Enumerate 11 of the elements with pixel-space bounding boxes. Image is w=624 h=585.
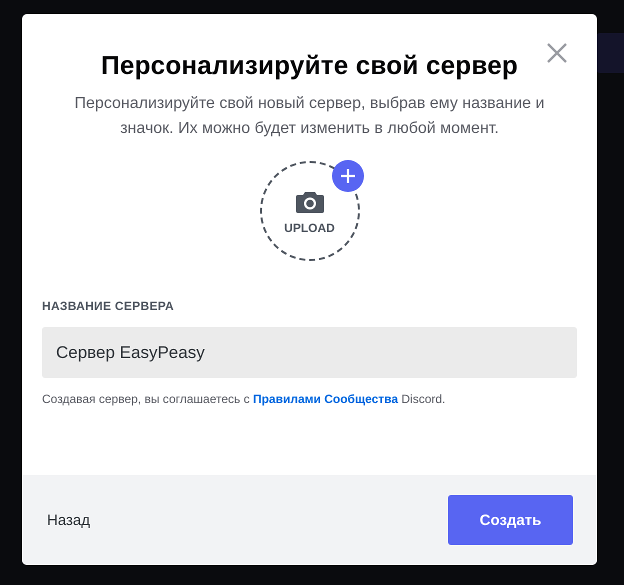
field-label: НАЗВАНИЕ СЕРВЕРА	[42, 299, 175, 313]
plus-icon	[332, 160, 364, 192]
dialog-description: Персонализируйте свой новый сервер, выбрав ему название и значок. Их можно будет изменить в любой момент.	[74, 94, 546, 139]
back-button[interactable]: Назад	[47, 512, 90, 528]
close-icon[interactable]	[545, 41, 569, 65]
guidelines-link[interactable]: Правилами Сообщества	[252, 392, 398, 406]
camera-icon	[296, 191, 324, 213]
dialog-title: Персонализируйте свой сервер	[101, 50, 518, 81]
create-button[interactable]: Создать	[448, 495, 573, 545]
server-name-field[interactable]: Сервер EasyPeasy	[42, 327, 577, 378]
terms-text: Создавая сервер, вы соглашаетесь с Правилами Сообщества Discord.	[42, 392, 446, 406]
